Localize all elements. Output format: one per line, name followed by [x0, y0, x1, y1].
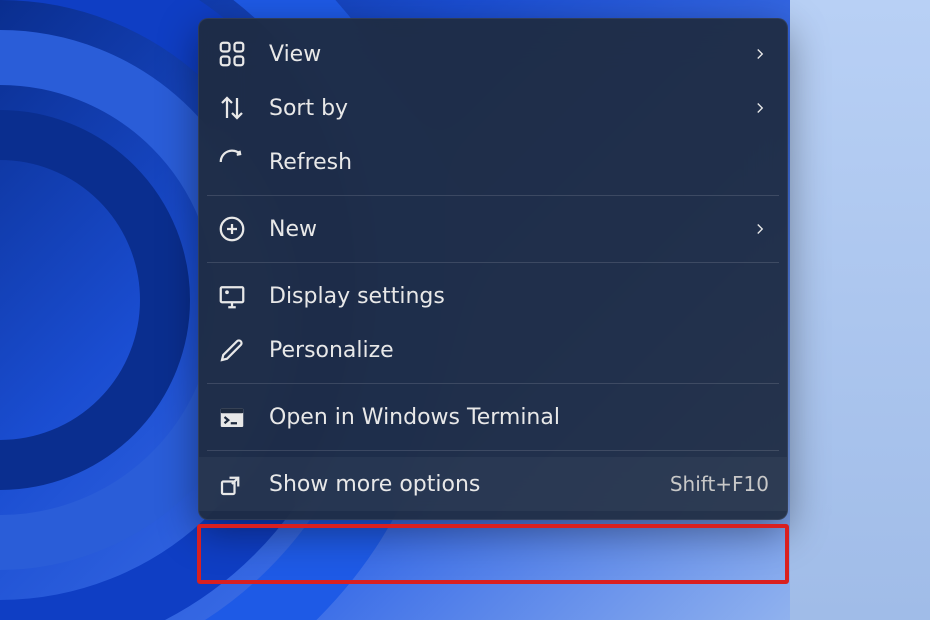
view-icon: [217, 39, 247, 69]
menu-divider: [207, 450, 779, 451]
menu-item-refresh[interactable]: Refresh: [199, 135, 787, 189]
menu-item-new[interactable]: New: [199, 202, 787, 256]
new-icon: [217, 214, 247, 244]
menu-item-label: View: [269, 42, 751, 67]
menu-item-label: New: [269, 217, 751, 242]
menu-item-label: Display settings: [269, 284, 769, 309]
desktop-context-menu: View Sort by Refresh New Disp: [198, 18, 788, 520]
menu-item-personalize[interactable]: Personalize: [199, 323, 787, 377]
menu-item-windows-terminal[interactable]: Open in Windows Terminal: [199, 390, 787, 444]
chevron-right-icon: [751, 220, 769, 238]
menu-item-sort-by[interactable]: Sort by: [199, 81, 787, 135]
chevron-right-icon: [751, 99, 769, 117]
menu-item-label: Sort by: [269, 96, 751, 121]
refresh-icon: [217, 147, 247, 177]
menu-divider: [207, 262, 779, 263]
menu-divider: [207, 383, 779, 384]
menu-item-display-settings[interactable]: Display settings: [199, 269, 787, 323]
menu-divider: [207, 195, 779, 196]
keyboard-shortcut: Shift+F10: [670, 472, 769, 496]
sort-icon: [217, 93, 247, 123]
menu-item-view[interactable]: View: [199, 27, 787, 81]
menu-item-show-more-options[interactable]: Show more options Shift+F10: [199, 457, 787, 511]
menu-item-label: Open in Windows Terminal: [269, 405, 769, 430]
chevron-right-icon: [751, 45, 769, 63]
show-more-options-icon: [217, 469, 247, 499]
menu-item-label: Show more options: [269, 472, 658, 497]
terminal-icon: [217, 402, 247, 432]
menu-item-label: Personalize: [269, 338, 769, 363]
personalize-icon: [217, 335, 247, 365]
display-settings-icon: [217, 281, 247, 311]
menu-item-label: Refresh: [269, 150, 769, 175]
